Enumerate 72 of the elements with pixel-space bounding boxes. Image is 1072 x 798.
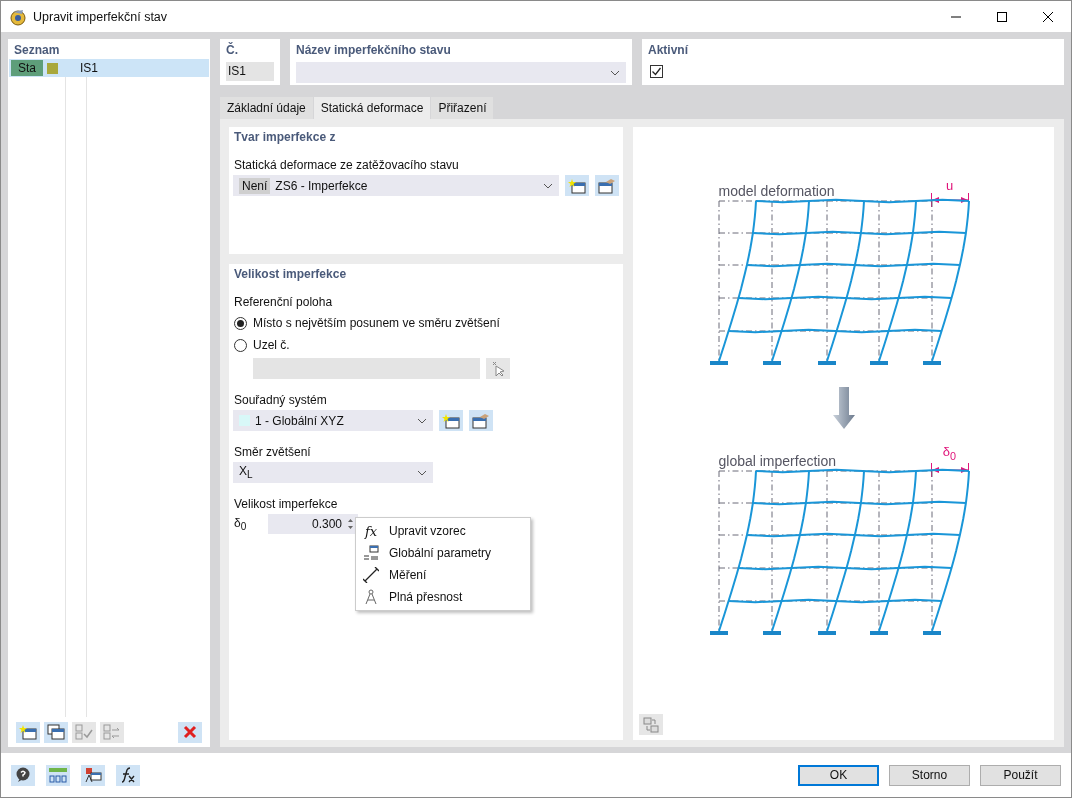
check-all-button[interactable] bbox=[72, 721, 96, 743]
dimension-label: u bbox=[945, 179, 954, 193]
number-label: Č. bbox=[225, 41, 239, 59]
close-icon bbox=[1042, 10, 1054, 23]
list-item[interactable]: Sta IS1 bbox=[9, 59, 209, 77]
down-arrow-icon bbox=[832, 387, 855, 429]
delete-icon bbox=[183, 725, 197, 739]
active-checkbox[interactable] bbox=[650, 65, 663, 78]
field-label: Referenční poloha bbox=[234, 295, 334, 309]
menu-item[interactable]: Měření bbox=[356, 564, 530, 586]
formula-button[interactable] bbox=[116, 764, 140, 786]
new-button[interactable] bbox=[565, 175, 590, 196]
symbol-label: δ$_{0}$ bbox=[233, 515, 248, 533]
coordinate-system-dropdown[interactable]: 1 - Globální XYZ bbox=[233, 410, 433, 431]
dimension-label: δ$_{0}$ bbox=[942, 445, 957, 463]
item-name: IS1 bbox=[80, 61, 99, 75]
direction-value: X$_{L}$ bbox=[239, 464, 253, 481]
parameters-icon bbox=[363, 545, 379, 561]
list-title: Seznam bbox=[13, 42, 61, 59]
status-tag: Není bbox=[239, 177, 271, 194]
diagram-caption: global imperfection bbox=[718, 453, 836, 469]
spin-arrows-icon[interactable] bbox=[347, 518, 354, 530]
tab[interactable]: Základní údaje bbox=[220, 97, 313, 119]
name-label: Název imperfekčního stavu bbox=[295, 42, 452, 59]
delete-button[interactable] bbox=[178, 721, 202, 743]
chevron-icon bbox=[543, 182, 554, 189]
field-label: Statická deformace ze zatěžovacího stavu bbox=[234, 158, 460, 172]
magnitude-value: 0.300 bbox=[311, 517, 342, 531]
field-label: Souřadný systém bbox=[234, 393, 328, 407]
edit-button[interactable] bbox=[595, 175, 619, 196]
load-case-dropdown[interactable]: Není ZS6 - Imperfekce bbox=[233, 175, 560, 196]
menu-item[interactable]: fx Upravit vzorec bbox=[356, 520, 530, 542]
number-field: IS1 bbox=[226, 62, 274, 81]
radio-label: Místo s největším posunem ve směru zvětšení bbox=[253, 316, 500, 330]
tab[interactable]: Přiřazení bbox=[431, 97, 494, 119]
type-tag: Sta bbox=[11, 60, 43, 76]
window-title: Upravit imperfekční stav bbox=[33, 9, 168, 24]
view-button[interactable] bbox=[81, 764, 105, 786]
help-button[interactable] bbox=[11, 764, 35, 786]
dialog-button[interactable]: Použít bbox=[980, 764, 1061, 786]
direction-dropdown[interactable]: X$_{L}$ bbox=[233, 462, 433, 483]
maximize-icon bbox=[996, 10, 1008, 23]
radio-label: Uzel č. bbox=[253, 338, 290, 352]
toggle-check-button[interactable] bbox=[100, 721, 124, 743]
active-label: Aktivní bbox=[647, 42, 689, 59]
field-label: Směr zvětšení bbox=[234, 445, 312, 459]
compass-icon bbox=[363, 589, 379, 605]
cursor-icon bbox=[490, 360, 506, 377]
chevron-icon bbox=[417, 417, 427, 424]
dialog-button[interactable]: Storno bbox=[889, 764, 970, 786]
new-item-button[interactable] bbox=[16, 721, 40, 743]
menu-item[interactable]: Globální parametry bbox=[356, 542, 530, 564]
tab[interactable]: Statická deformace bbox=[313, 97, 431, 119]
units-button[interactable] bbox=[46, 764, 70, 786]
copy-item-button[interactable] bbox=[44, 721, 68, 743]
formula-icon: fx bbox=[364, 523, 378, 539]
pick-node-button[interactable] bbox=[486, 358, 510, 379]
edit-button[interactable] bbox=[469, 410, 493, 431]
app-icon bbox=[9, 7, 27, 26]
chevron-icon bbox=[610, 69, 620, 76]
section-title: Tvar imperfekce z bbox=[233, 129, 337, 144]
diagram-caption: model deformation bbox=[718, 183, 835, 199]
dialog-button[interactable]: OK bbox=[798, 764, 879, 786]
menu-item[interactable]: Plná přesnost bbox=[356, 586, 530, 608]
field-label: Velikost imperfekce bbox=[234, 497, 339, 511]
coordinate-system-value: 1 - Globální XYZ bbox=[255, 413, 344, 428]
magnitude-field[interactable]: 0.300 bbox=[268, 514, 358, 534]
measure-icon bbox=[363, 567, 379, 583]
chevron-icon bbox=[417, 469, 427, 476]
load-case-value: ZS6 - Imperfekce bbox=[275, 178, 368, 193]
section-title: Velikost imperfekce bbox=[233, 266, 348, 281]
new-button[interactable] bbox=[439, 410, 463, 431]
